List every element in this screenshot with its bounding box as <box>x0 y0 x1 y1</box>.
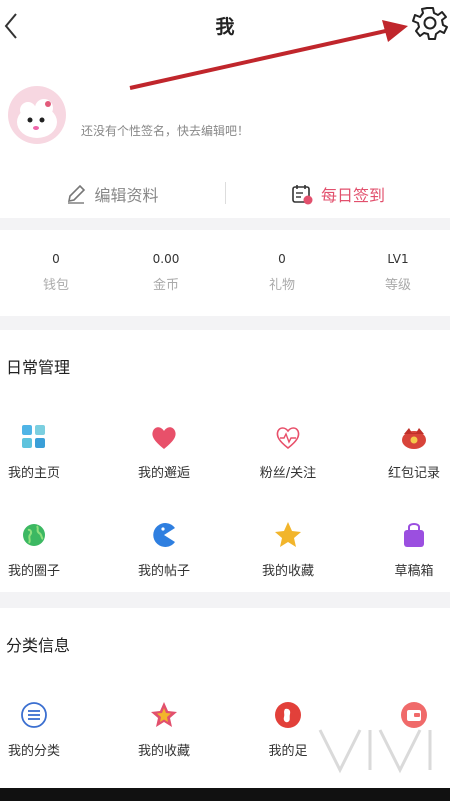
stat-label: 金币 <box>152 278 179 293</box>
grid-item-label: 我的邂逅 <box>137 466 190 481</box>
heart-icon <box>149 422 179 452</box>
grid-item-label: 我的分类 <box>7 744 60 759</box>
star-badge-icon <box>149 700 179 730</box>
grid-item-my-homepage[interactable]: 我的主页 <box>0 422 90 481</box>
stat-wallet[interactable]: 0 钱包 <box>0 252 112 293</box>
grid-item-my-posts[interactable]: 我的帖子 <box>108 520 220 579</box>
grid-item-label: 红包记录 <box>387 466 440 481</box>
stat-label: 礼物 <box>268 278 295 293</box>
avatar[interactable] <box>8 86 66 144</box>
heartbeat-icon <box>273 422 303 452</box>
bag-icon <box>399 520 429 550</box>
grid-item-my-favorites[interactable]: 我的收藏 <box>108 700 220 759</box>
daily-management-section: 日常管理 我的主页 我的邂逅 粉丝/关注 红包记录 我的圈子 我的帖子 我的收藏… <box>0 330 450 592</box>
stat-value: 0 <box>52 252 60 266</box>
stat-level[interactable]: LV1 等级 <box>342 252 450 293</box>
section-title: 分类信息 <box>6 636 71 655</box>
grid-item-label: 我的收藏 <box>137 744 190 759</box>
stat-value: 0.00 <box>152 252 180 266</box>
edit-profile-button[interactable]: 编辑资料 <box>0 172 225 216</box>
grid-item-label: 我的收藏 <box>261 564 314 579</box>
stat-label: 等级 <box>384 278 411 293</box>
list-icon <box>19 700 49 730</box>
watermark-logo <box>318 729 432 774</box>
grid-item-my-favorites[interactable]: 我的收藏 <box>232 520 344 579</box>
signature-text: 还没有个性签名，快去编辑吧！ <box>81 124 250 138</box>
stats-bar: 0 钱包 0.00 金币 0 礼物 LV1 等级 <box>0 230 450 316</box>
globe-icon <box>19 520 49 550</box>
grid-item-my-categories[interactable]: 我的分类 <box>0 700 90 759</box>
pacman-icon <box>149 520 179 550</box>
stat-gifts[interactable]: 0 礼物 <box>226 252 338 293</box>
gear-icon[interactable] <box>410 4 450 42</box>
grid-item-my-circles[interactable]: 我的圈子 <box>0 520 90 579</box>
red-envelope-icon <box>399 422 429 452</box>
stat-value: LV1 <box>387 252 409 266</box>
bottom-nav-bar <box>0 788 450 801</box>
grid-item-label: 粉丝/关注 <box>259 466 317 481</box>
calendar-icon <box>292 185 313 205</box>
grid-item-label: 我的帖子 <box>137 564 190 579</box>
star-icon <box>273 520 303 550</box>
grid-item-my-encounters[interactable]: 我的邂逅 <box>108 422 220 481</box>
grid-item-fans-follow[interactable]: 粉丝/关注 <box>232 422 344 481</box>
grid-item-label: 我的主页 <box>7 466 60 481</box>
page-title: 我 <box>215 16 235 38</box>
pencil-icon <box>68 184 86 204</box>
grid-item-label: 草稿箱 <box>394 564 434 579</box>
homepage-grid-icon <box>19 422 49 452</box>
daily-checkin-label: 每日签到 <box>320 186 385 205</box>
actions-divider <box>225 182 226 204</box>
section-title: 日常管理 <box>6 358 71 377</box>
stat-value: 0 <box>278 252 286 266</box>
footprint-icon <box>273 700 303 730</box>
grid-item-drafts[interactable]: 草稿箱 <box>358 520 450 579</box>
edit-profile-label: 编辑资料 <box>94 186 159 205</box>
stat-label: 钱包 <box>42 278 69 293</box>
grid-item-label: 我的圈子 <box>7 564 60 579</box>
daily-checkin-button[interactable]: 每日签到 <box>226 172 450 216</box>
stat-coins[interactable]: 0.00 金币 <box>110 252 222 293</box>
grid-item-red-envelope-records[interactable]: 红包记录 <box>358 422 450 481</box>
